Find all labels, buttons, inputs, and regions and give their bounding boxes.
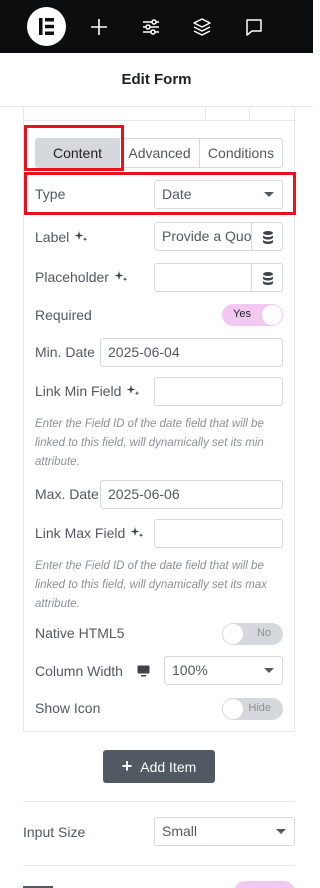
highlight-box-tab (24, 125, 124, 171)
toggle-knob (223, 624, 243, 644)
link-max-label-text: Link Max Field (35, 525, 126, 541)
page-title: Edit Form (121, 71, 192, 88)
database-icon (263, 272, 273, 285)
dynamic-tags-button[interactable] (251, 263, 283, 292)
desktop-icon[interactable] (137, 665, 150, 677)
link-max-field-input[interactable] (154, 519, 283, 548)
tab-conditions[interactable]: Conditions (200, 139, 282, 167)
database-icon (263, 231, 273, 244)
ai-sparkle-icon[interactable] (74, 230, 88, 244)
input-size-label: Input Size (23, 824, 86, 840)
placeholder-field-label: Placeholder (35, 269, 128, 285)
native-html5-toggle[interactable]: No (222, 623, 283, 645)
max-date-input[interactable]: 2025-06-06 (100, 480, 283, 509)
column-width-value: 100% (172, 662, 208, 678)
max-date-label: Max. Date (35, 486, 99, 502)
label-field-label-text: Label (35, 229, 70, 245)
sliders-icon[interactable] (140, 16, 162, 38)
link-min-field-input[interactable] (154, 377, 283, 406)
label-field-label: Label (35, 229, 88, 245)
highlight-box-type (24, 172, 296, 215)
plus-icon[interactable] (88, 16, 110, 38)
input-size-select[interactable]: Small (154, 817, 295, 846)
required-toggle-text: Yes (233, 308, 251, 320)
chevron-down-icon (276, 829, 286, 834)
column-width-select[interactable]: 100% (164, 656, 283, 685)
add-item-label: Add Item (140, 758, 197, 775)
native-html5-label: Native HTML5 (35, 625, 125, 641)
label-input[interactable]: Provide a Quo (154, 222, 252, 251)
show-icon-label: Show Icon (35, 700, 101, 716)
chat-icon[interactable] (243, 16, 265, 38)
dynamic-tags-button[interactable] (251, 222, 283, 251)
divider (23, 865, 295, 866)
min-date-input[interactable]: 2025-06-04 (100, 338, 283, 367)
placeholder-label-text: Placeholder (35, 269, 109, 285)
divider (23, 801, 295, 802)
link-min-label-text: Link Min Field (35, 383, 122, 399)
column-width-label-text: Column Width (35, 663, 123, 679)
link-max-field-label: Link Max Field (35, 525, 144, 541)
required-label: Required (35, 307, 92, 323)
tab-advanced[interactable]: Advanced (120, 139, 200, 167)
divider (205, 107, 206, 120)
link-min-field-label: Link Min Field (35, 383, 140, 399)
add-item-button[interactable]: + Add Item (103, 750, 215, 783)
ai-sparkle-icon[interactable] (126, 384, 140, 398)
divider (24, 120, 294, 121)
link-max-description: Enter the Field ID of the date field tha… (35, 560, 267, 610)
ai-sparkle-icon[interactable] (114, 270, 128, 284)
required-toggle[interactable]: Yes (222, 304, 283, 326)
elementor-logo-icon[interactable] (27, 7, 66, 46)
ai-sparkle-icon[interactable] (130, 526, 144, 540)
link-min-description: Enter the Field ID of the date field tha… (35, 418, 264, 468)
show-icon-toggle-text: Hide (248, 702, 271, 714)
toggle-knob (223, 699, 243, 719)
min-date-label: Min. Date (35, 344, 95, 360)
next-label-partial (23, 882, 53, 888)
plus-icon: + (121, 756, 133, 776)
native-html5-toggle-text: No (256, 627, 271, 639)
placeholder-input[interactable] (154, 263, 252, 292)
toggle-knob (262, 305, 282, 325)
top-toolbar (0, 0, 313, 53)
chevron-down-icon (264, 668, 274, 673)
next-toggle-partial[interactable] (234, 881, 295, 888)
divider (249, 107, 250, 120)
layers-icon[interactable] (191, 16, 213, 38)
column-width-label: Column Width (35, 663, 150, 679)
panel-header: Edit Form (0, 53, 313, 107)
input-size-value: Small (162, 823, 198, 839)
show-icon-toggle[interactable]: Hide (222, 698, 283, 720)
